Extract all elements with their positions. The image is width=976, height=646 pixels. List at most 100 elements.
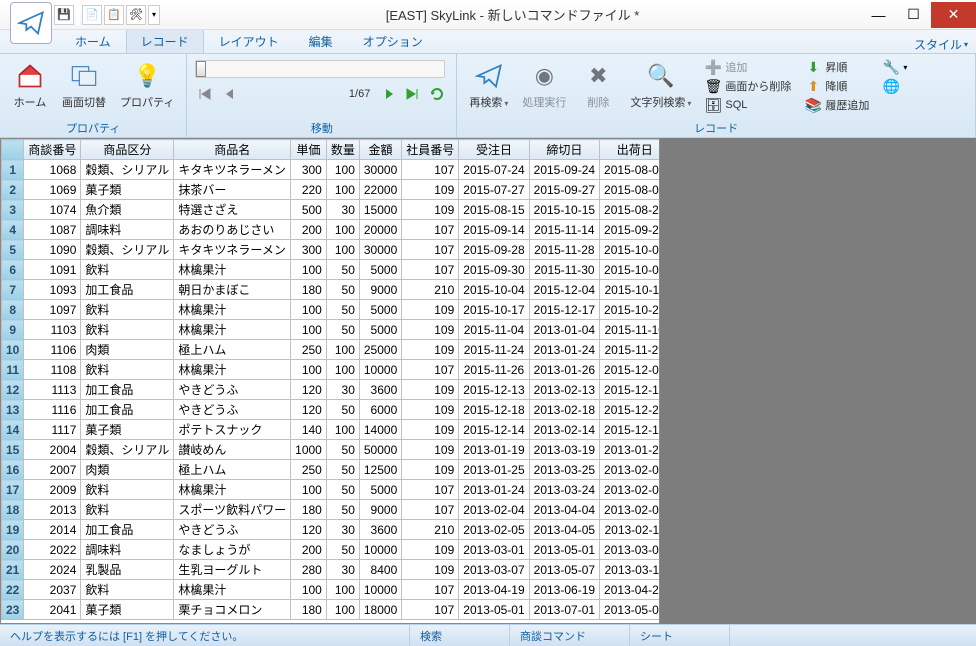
nav-next-button[interactable] <box>378 84 400 104</box>
table-row[interactable]: 61091飲料林檎果汁1005050001072015-09-302015-11… <box>2 260 661 280</box>
maximize-button[interactable]: ☐ <box>896 2 931 28</box>
row-header[interactable]: 20 <box>2 540 24 560</box>
status-command[interactable]: 商談コマンド <box>510 625 630 646</box>
nav-first-button[interactable] <box>195 84 217 104</box>
send-icon <box>473 60 505 92</box>
row-header[interactable]: 10 <box>2 340 24 360</box>
table-row[interactable]: 121113加工食品やきどうふ1203036001092015-12-13201… <box>2 380 661 400</box>
row-header[interactable]: 13 <box>2 400 24 420</box>
statusbar: ヘルプを表示するには [F1] を押してください。 検索 商談コマンド シート <box>0 624 976 646</box>
row-header[interactable]: 1 <box>2 160 24 180</box>
tool1-button[interactable]: 🔧▾ <box>879 58 911 76</box>
history-add-button[interactable]: 📚履歴追加 <box>801 96 873 114</box>
row-header[interactable]: 7 <box>2 280 24 300</box>
status-search[interactable]: 検索 <box>410 625 510 646</box>
table-row[interactable]: 81097飲料林檎果汁1005050001092015-10-172015-12… <box>2 300 661 320</box>
tab-home[interactable]: ホーム <box>60 29 126 53</box>
row-header[interactable]: 21 <box>2 560 24 580</box>
row-header[interactable]: 9 <box>2 320 24 340</box>
table-row[interactable]: 21069菓子類抹茶バー220100220001092015-07-272015… <box>2 180 661 200</box>
qat-query-icon[interactable]: 📋 <box>104 5 124 25</box>
column-header[interactable]: 金額 <box>359 140 401 160</box>
table-row[interactable]: 232041菓子類栗チョコメロン180100180001072013-05-01… <box>2 600 661 620</box>
add-button[interactable]: ➕追加 <box>701 58 795 76</box>
column-header[interactable]: 商品区分 <box>81 140 174 160</box>
record-slider[interactable] <box>195 60 445 78</box>
property-button[interactable]: 💡 プロパティ <box>116 58 178 112</box>
table-row[interactable]: 91103飲料林檎果汁1005050001092015-11-042013-01… <box>2 320 661 340</box>
row-header[interactable]: 15 <box>2 440 24 460</box>
row-header[interactable]: 11 <box>2 360 24 380</box>
column-header[interactable]: 単価 <box>291 140 327 160</box>
row-header[interactable]: 14 <box>2 420 24 440</box>
table-row[interactable]: 131116加工食品やきどうふ1205060001092015-12-18201… <box>2 400 661 420</box>
table-row[interactable]: 101106肉類極上ハム250100250001092015-11-242013… <box>2 340 661 360</box>
data-grid[interactable]: 商談番号商品区分商品名単価数量金額社員番号受注日締切日出荷日 11068穀類、シ… <box>0 138 660 624</box>
qat-dropdown[interactable]: ▾ <box>148 5 160 25</box>
table-row[interactable]: 192014加工食品やきどうふ1203036002102013-02-05201… <box>2 520 661 540</box>
row-header[interactable]: 8 <box>2 300 24 320</box>
qat-new-icon[interactable]: 📄 <box>82 5 102 25</box>
re-search-button[interactable]: 再検索 <box>465 58 512 112</box>
delete-button[interactable]: ✖ 削除 <box>576 58 620 112</box>
column-header[interactable]: 出荷日 <box>600 140 660 160</box>
row-header[interactable]: 6 <box>2 260 24 280</box>
table-row[interactable]: 222037飲料林檎果汁100100100001072013-04-192013… <box>2 580 661 600</box>
sort-asc-button[interactable]: ⬇昇順 <box>801 58 873 76</box>
delete-from-screen-button[interactable]: 🗑画面から削除 <box>701 77 795 95</box>
table-row[interactable]: 51090穀類、シリアルキタキツネラーメン300100300001072015-… <box>2 240 661 260</box>
row-header[interactable]: 3 <box>2 200 24 220</box>
column-header[interactable]: 締切日 <box>529 140 599 160</box>
table-row[interactable]: 182013飲料スポーツ飲料パワー1805090001072013-02-042… <box>2 500 661 520</box>
tab-option[interactable]: オプション <box>348 29 438 53</box>
row-header[interactable]: 2 <box>2 180 24 200</box>
column-header[interactable]: 受注日 <box>459 140 529 160</box>
nav-refresh-button[interactable] <box>426 84 448 104</box>
nav-prev-button[interactable] <box>219 84 241 104</box>
row-header[interactable]: 17 <box>2 480 24 500</box>
qat-tools-icon[interactable]: 🛠 <box>126 5 146 25</box>
style-menu[interactable]: スタイル▾ <box>914 36 976 53</box>
sort-desc-button[interactable]: ⬆降順 <box>801 77 873 95</box>
row-header[interactable]: 4 <box>2 220 24 240</box>
table-row[interactable]: 11068穀類、シリアルキタキツネラーメン300100300001072015-… <box>2 160 661 180</box>
execute-button[interactable]: ◉ 処理実行 <box>518 58 570 112</box>
table-row[interactable]: 162007肉類極上ハム25050125001092013-01-252013-… <box>2 460 661 480</box>
table-row[interactable]: 111108飲料林檎果汁100100100001072015-11-262013… <box>2 360 661 380</box>
home-button[interactable]: ホーム <box>8 58 52 112</box>
row-header[interactable]: 16 <box>2 460 24 480</box>
sql-button[interactable]: 🗄SQL <box>701 96 795 114</box>
tool2-button[interactable]: 🌐 <box>879 77 911 95</box>
row-header[interactable]: 5 <box>2 240 24 260</box>
row-header[interactable]: 23 <box>2 600 24 620</box>
table-row[interactable]: 71093加工食品朝日かまぼこ1805090002102015-10-04201… <box>2 280 661 300</box>
close-button[interactable]: ✕ <box>931 2 976 28</box>
table-row[interactable]: 141117菓子類ポテトスナック140100140001092015-12-14… <box>2 420 661 440</box>
nav-last-button[interactable] <box>402 84 424 104</box>
table-row[interactable]: 152004穀類、シリアル讃岐めん100050500001092013-01-1… <box>2 440 661 460</box>
tab-edit[interactable]: 編集 <box>294 29 348 53</box>
tab-record[interactable]: レコード <box>126 29 204 53</box>
table-row[interactable]: 202022調味料なましょうが20050100001092013-03-0120… <box>2 540 661 560</box>
row-header[interactable]: 19 <box>2 520 24 540</box>
text-search-button[interactable]: 🔍 文字列検索 <box>626 58 695 112</box>
table-row[interactable]: 41087調味料あおのりあじさい200100200001072015-09-14… <box>2 220 661 240</box>
row-header[interactable]: 22 <box>2 580 24 600</box>
screen-switch-button[interactable]: 画面切替 <box>58 58 110 112</box>
table-row[interactable]: 31074魚介類特選さざえ50030150001092015-08-152015… <box>2 200 661 220</box>
app-menu-button[interactable] <box>10 2 52 44</box>
column-header[interactable]: 社員番号 <box>402 140 459 160</box>
tab-layout[interactable]: レイアウト <box>204 29 294 53</box>
table-row[interactable]: 172009飲料林檎果汁1005050001072013-01-242013-0… <box>2 480 661 500</box>
qat-save-icon[interactable]: 💾 <box>54 5 74 25</box>
status-sheet[interactable]: シート <box>630 625 730 646</box>
table-row[interactable]: 212024乳製品生乳ヨーグルト2803084001092013-03-0720… <box>2 560 661 580</box>
row-header[interactable]: 18 <box>2 500 24 520</box>
ribbon-group-property: ホーム 画面切替 💡 プロパティ プロパティ <box>0 54 187 137</box>
titlebar: 💾 📄 📋 🛠 ▾ [EAST] SkyLink - 新しいコマンドファイル *… <box>0 0 976 30</box>
minimize-button[interactable]: — <box>861 2 896 28</box>
column-header[interactable]: 商談番号 <box>24 140 81 160</box>
row-header[interactable]: 12 <box>2 380 24 400</box>
column-header[interactable]: 数量 <box>326 140 359 160</box>
column-header[interactable]: 商品名 <box>174 140 291 160</box>
